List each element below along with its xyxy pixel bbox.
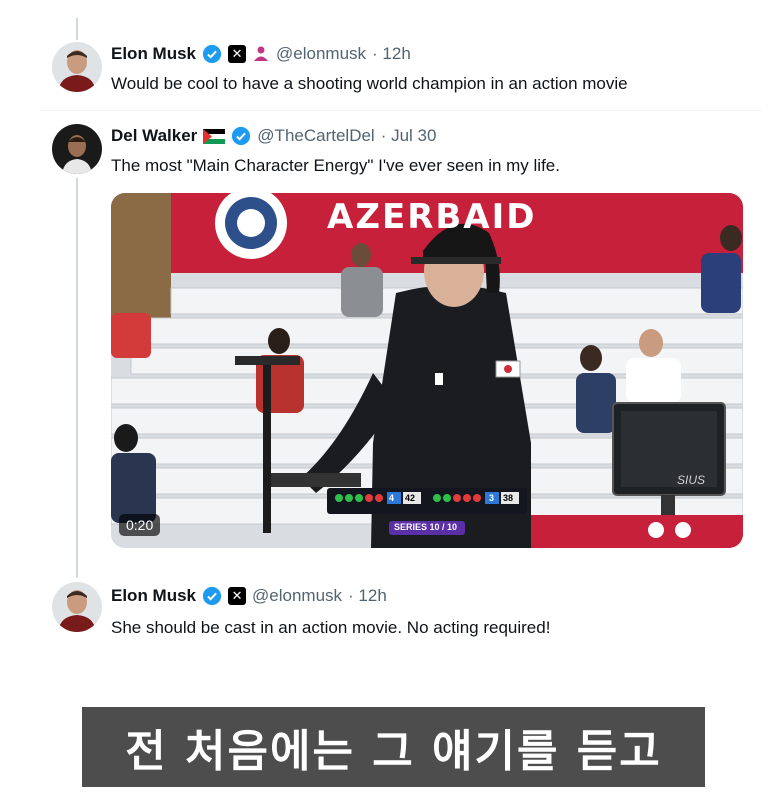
verified-badge-icon: [202, 586, 222, 606]
tweet-time[interactable]: · 12h: [348, 586, 387, 606]
series-label: SERIES 10 / 10: [394, 522, 458, 532]
avatar[interactable]: [52, 42, 102, 92]
author-handle[interactable]: @elonmusk: [276, 44, 366, 64]
tweet-1[interactable]: Elon Musk ✕ @elonmusk · 12h Would be coo…: [0, 40, 779, 102]
palestine-flag-icon: [203, 128, 226, 144]
score-right-a: 3: [489, 493, 495, 503]
video-player[interactable]: AZERBAID 4 42 3 38 SERIES 10 / 10 SIUS 0…: [111, 193, 743, 548]
tweet-time[interactable]: · 12h: [372, 44, 411, 64]
author-handle[interactable]: @elonmusk: [252, 586, 342, 606]
x-logo-icon: ✕: [228, 587, 247, 605]
thread-line-top: [76, 18, 78, 40]
divider: [40, 110, 762, 111]
thread-line-middle: [76, 178, 78, 578]
banner-text: AZERBAID: [327, 197, 537, 237]
tweet-text: She should be cast in an action movie. N…: [111, 618, 551, 637]
author-name[interactable]: Del Walker: [111, 126, 197, 146]
subtitle-caption: 전 처음에는 그 얘기를 듣고: [82, 707, 705, 787]
verified-badge-icon: [202, 44, 222, 64]
tweet-2[interactable]: Del Walker @TheCartelDel · Jul 30 The mo…: [0, 122, 779, 182]
author-name[interactable]: Elon Musk: [111, 44, 196, 64]
avatar[interactable]: [52, 124, 102, 174]
affiliate-person-icon: [254, 46, 269, 61]
subtitle-text: 전 처음에는 그 얘기를 듣고: [125, 726, 662, 777]
author-name[interactable]: Elon Musk: [111, 586, 196, 606]
verified-badge-icon: [232, 126, 251, 146]
tweet-text: Would be cool to have a shooting world c…: [111, 74, 628, 93]
video-duration: 0:20: [119, 514, 161, 536]
tweet-3[interactable]: Elon Musk ✕ @elonmusk · 12h She should b…: [0, 580, 779, 640]
x-logo-icon: ✕: [228, 45, 247, 63]
video-frame: [111, 193, 743, 548]
tweet-text: The most "Main Character Energy" I've ev…: [111, 156, 560, 175]
tweet-time[interactable]: · Jul 30: [381, 126, 437, 146]
monitor-brand: SIUS: [677, 473, 706, 487]
score-right-b: 38: [503, 493, 514, 503]
avatar[interactable]: [52, 582, 102, 632]
score-left-b: 42: [405, 493, 416, 503]
score-left-a: 4: [389, 493, 395, 503]
author-handle[interactable]: @TheCartelDel: [257, 126, 374, 146]
